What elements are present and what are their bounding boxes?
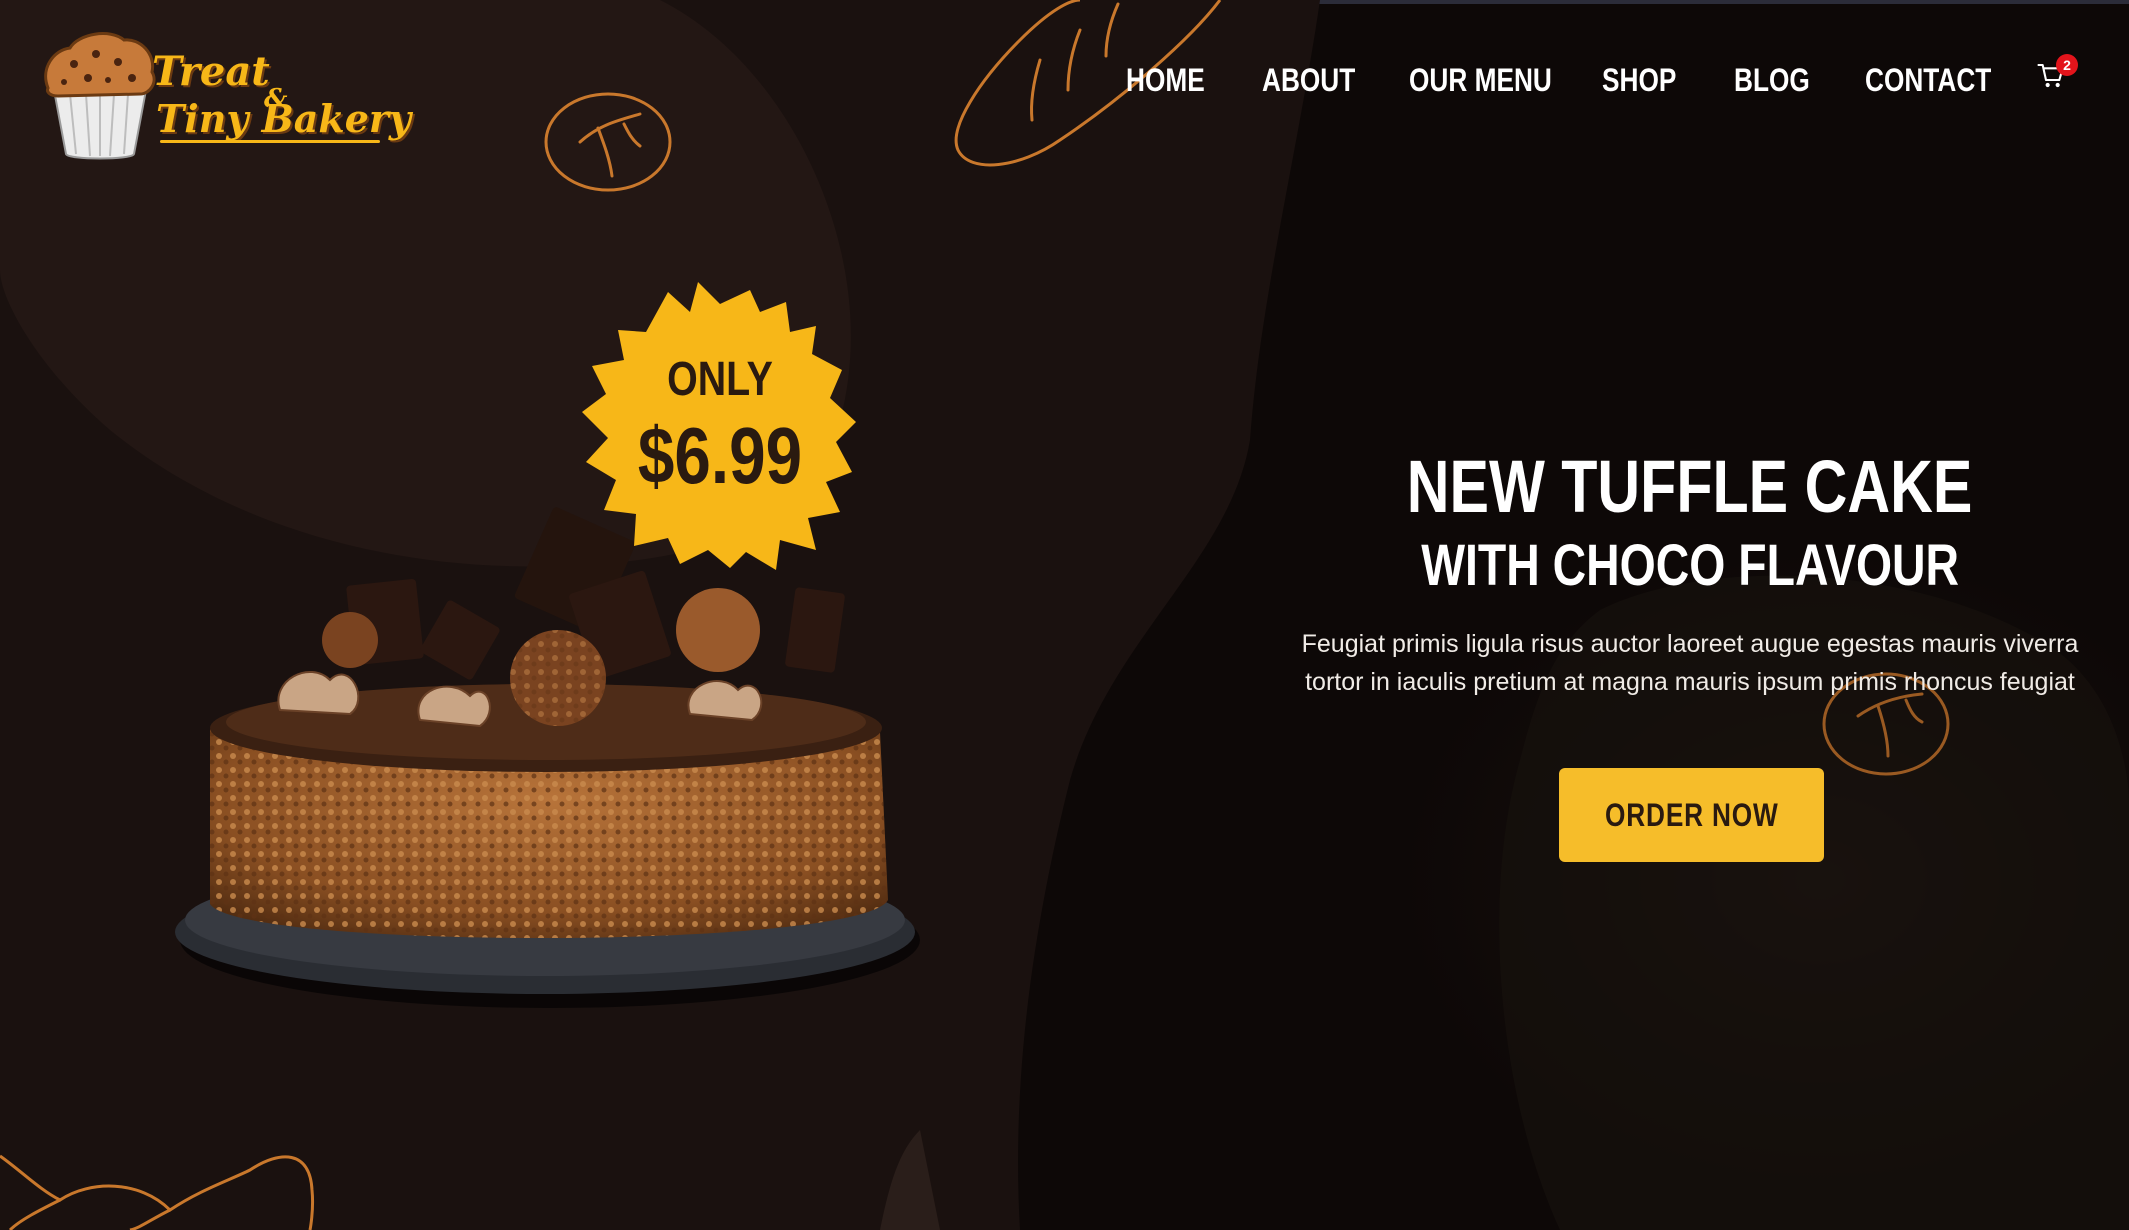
nav-our-menu[interactable]: OUR MENU (1409, 62, 1552, 99)
nav-home[interactable]: HOME (1126, 62, 1205, 99)
bread-doodle-icon (544, 92, 672, 192)
nav-blog[interactable]: BLOG (1734, 62, 1810, 99)
nav-contact[interactable]: CONTACT (1865, 62, 1991, 99)
croissant-doodle-icon (0, 1154, 315, 1230)
hero-title-line1: NEW TUFFLE CAKE (1407, 445, 1973, 528)
price-prefix: ONLY (667, 353, 773, 406)
brand-logo[interactable]: Treat & Tiny Bakery (40, 28, 411, 168)
cart-count-badge: 2 (2056, 54, 2078, 76)
price-badge: ONLY $6.99 (580, 282, 860, 572)
brand-name-line2: Tiny Bakery (156, 96, 411, 141)
hero-description: Feugiat primis ligula risus auctor laore… (1301, 630, 2079, 696)
brand-name-line1: Treat (152, 48, 270, 95)
price-value: $6.99 (637, 411, 803, 500)
hero-title-line2: WITH CHOCO FLAVOUR (1421, 533, 1959, 598)
brand-underline (160, 140, 380, 143)
order-now-button[interactable]: ORDER NOW (1559, 768, 1824, 862)
cart-button[interactable]: 2 (2036, 54, 2078, 96)
order-now-label: ORDER NOW (1604, 796, 1779, 833)
nav-about[interactable]: ABOUT (1262, 62, 1355, 99)
nav-shop[interactable]: SHOP (1602, 62, 1676, 99)
cake-image (175, 507, 920, 1008)
muffin-icon (44, 32, 156, 160)
